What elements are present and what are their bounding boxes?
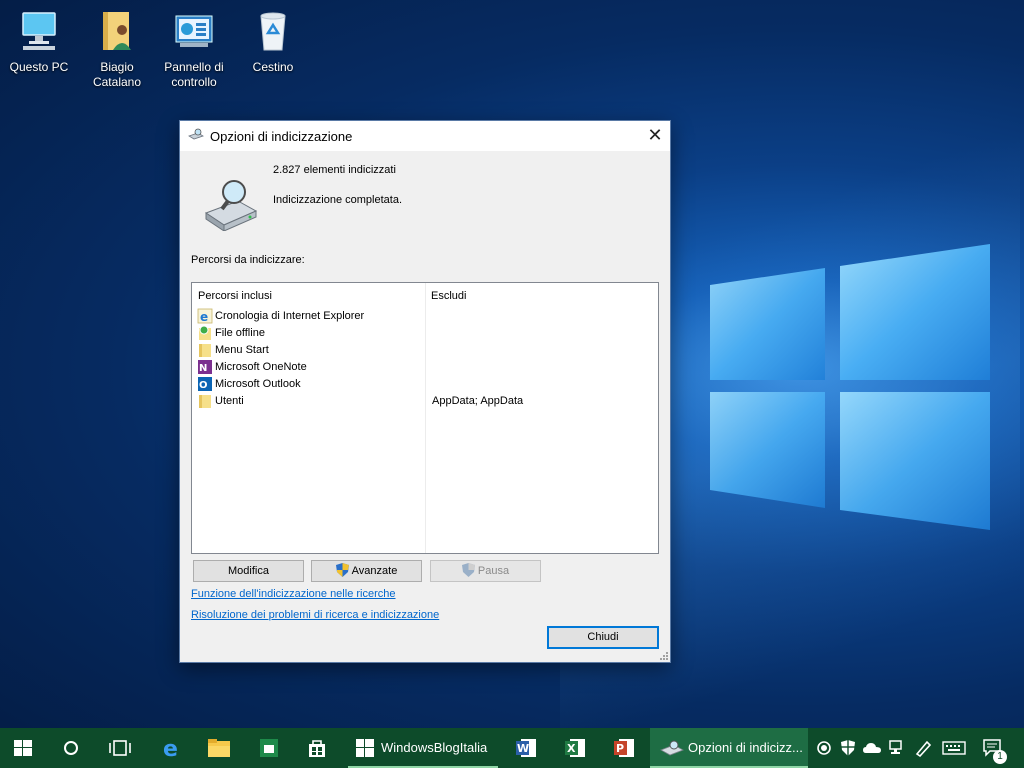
- recycle-bin-icon: [260, 12, 286, 51]
- desktop-icon-label: Questo PC: [9, 60, 69, 74]
- desktop-icon-control-panel[interactable]: Pannello di controllo: [157, 10, 231, 90]
- list-item[interactable]: Utenti AppData; AppData: [197, 393, 652, 410]
- svg-text:N: N: [199, 363, 207, 374]
- ie-icon: e: [197, 308, 213, 324]
- svg-text:e: e: [163, 737, 178, 759]
- svg-text:P: P: [616, 742, 624, 755]
- desktop-icon-label: Pannello di controllo: [164, 60, 224, 89]
- excel-icon[interactable]: X: [564, 737, 586, 759]
- resize-grip-icon[interactable]: [658, 650, 668, 660]
- control-panel-icon: [175, 15, 213, 47]
- computer-icon: [22, 12, 56, 50]
- file-explorer-icon[interactable]: [207, 738, 231, 758]
- taskbar: e WindowsBlogItalia W X P Opzioni di ind…: [0, 728, 1024, 768]
- offline-files-icon: [199, 325, 211, 340]
- pen-ink-icon[interactable]: [914, 739, 932, 757]
- powerpoint-icon[interactable]: P: [613, 737, 635, 759]
- advanced-button-label: Avanzate: [351, 565, 398, 577]
- close-icon[interactable]: ✕: [640, 121, 670, 151]
- windows-logo-wallpaper: [710, 244, 990, 530]
- list-item-path: Menu Start: [215, 344, 269, 356]
- list-item-path: Microsoft OneNote: [215, 361, 307, 373]
- indexing-status: Indicizzazione completata.: [273, 194, 403, 206]
- keyboard-icon[interactable]: [942, 741, 966, 755]
- list-item[interactable]: O Microsoft Outlook: [197, 376, 652, 393]
- taskbar-app-indexing-options[interactable]: Opzioni di indicizz...: [650, 728, 808, 768]
- desktop-icon-recycle-bin[interactable]: Cestino: [236, 10, 310, 75]
- record-icon[interactable]: [816, 740, 832, 756]
- cortana-icon[interactable]: [63, 740, 79, 756]
- task-view-icon[interactable]: [109, 740, 131, 756]
- network-icon[interactable]: [888, 739, 906, 757]
- outlook-icon: O: [198, 377, 212, 391]
- list-item[interactable]: N Microsoft OneNote: [197, 359, 652, 376]
- modify-button[interactable]: Modifica: [193, 560, 304, 582]
- taskbar-app-label: Opzioni di indicizz...: [688, 740, 803, 755]
- uac-shield-icon: [461, 563, 475, 577]
- desktop-icon-label: Biagio Catalano: [92, 60, 142, 89]
- onenote-icon: N: [198, 360, 212, 374]
- list-item[interactable]: File offline: [197, 325, 652, 342]
- list-item[interactable]: Menu Start: [197, 342, 652, 359]
- word-icon[interactable]: W: [515, 737, 537, 759]
- folder-icon: [199, 395, 211, 408]
- defender-shield-icon[interactable]: [840, 739, 856, 757]
- section-label: Percorsi da indicizzare:: [191, 254, 305, 266]
- folder-icon: [199, 344, 211, 357]
- indexed-count: 2.827 elementi indicizzati: [273, 164, 396, 176]
- list-item-path: Utenti: [215, 395, 244, 407]
- notification-badge: 1: [993, 750, 1007, 764]
- svg-text:W: W: [517, 742, 529, 755]
- list-item[interactable]: e Cronologia di Internet Explorer: [197, 308, 652, 325]
- taskbar-app-label: WindowsBlogItalia: [381, 740, 488, 755]
- list-item-path: File offline: [215, 327, 265, 339]
- edge-icon[interactable]: e: [161, 737, 183, 759]
- app-store-green-icon[interactable]: [258, 737, 280, 759]
- advanced-button[interactable]: Avanzate: [311, 560, 422, 582]
- user-folder-icon: [103, 12, 131, 50]
- indexed-locations-list[interactable]: Percorsi inclusi Escludi e Cronologia di…: [191, 282, 659, 554]
- column-header-exclude[interactable]: Escludi: [431, 290, 466, 302]
- svg-text:O: O: [199, 380, 208, 391]
- close-button[interactable]: Chiudi: [547, 626, 659, 649]
- svg-text:e: e: [200, 310, 208, 324]
- taskbar-app-windowsblogitalia[interactable]: WindowsBlogItalia: [348, 728, 498, 768]
- column-header-included[interactable]: Percorsi inclusi: [198, 290, 272, 302]
- troubleshoot-link[interactable]: Risoluzione dei problemi di ricerca e in…: [191, 609, 439, 621]
- store-icon[interactable]: [306, 737, 328, 759]
- desktop-icon-this-pc[interactable]: Questo PC: [2, 10, 76, 75]
- list-item-path: Cronologia di Internet Explorer: [215, 310, 365, 322]
- indexing-icon: [660, 740, 684, 756]
- svg-text:X: X: [567, 742, 576, 755]
- list-item-exclude: AppData; AppData: [432, 395, 524, 407]
- uac-shield-icon: [335, 563, 349, 577]
- list-item-path: Microsoft Outlook: [215, 378, 301, 390]
- pause-button-label: Pausa: [477, 565, 510, 577]
- dialog-title: Opzioni di indicizzazione: [210, 129, 353, 144]
- indexing-drive-icon: [204, 180, 258, 231]
- indexing-icon: [188, 128, 204, 140]
- desktop-icon-user-folder[interactable]: Biagio Catalano: [80, 10, 154, 90]
- desktop-icon-label: Cestino: [252, 60, 294, 74]
- indexing-options-dialog: Opzioni di indicizzazione ✕ 2.827 elemen…: [179, 120, 671, 663]
- start-windows-icon[interactable]: [14, 740, 32, 756]
- dialog-titlebar[interactable]: Opzioni di indicizzazione ✕: [180, 121, 670, 151]
- search-indexing-link[interactable]: Funzione dell'indicizzazione nelle ricer…: [191, 588, 396, 600]
- windows-flag-icon: [356, 739, 374, 757]
- pause-button: Pausa: [430, 560, 541, 582]
- onedrive-cloud-icon[interactable]: [862, 740, 882, 756]
